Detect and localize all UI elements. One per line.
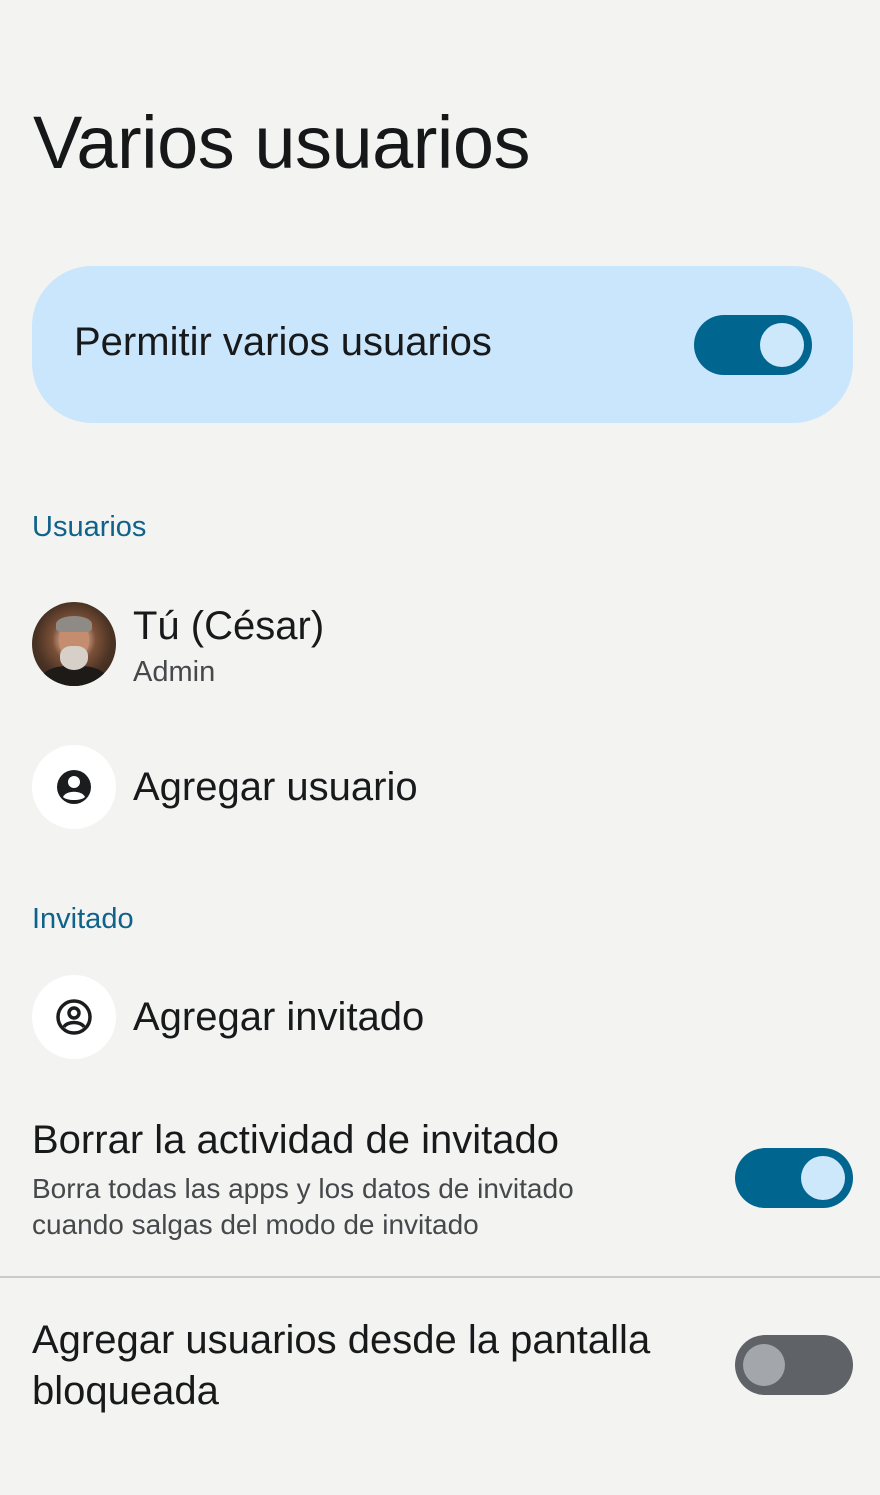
delete-guest-activity-description: Borra todas las apps y los datos de invi… <box>32 1173 574 1240</box>
add-users-lockscreen-switch[interactable] <box>735 1335 853 1395</box>
add-guest-icon-container <box>32 975 116 1059</box>
allow-multiple-users-label: Permitir varios usuarios <box>74 320 492 364</box>
current-user-name: Tú (César) <box>133 604 325 648</box>
switch-thumb <box>801 1156 845 1200</box>
switch-thumb <box>743 1344 785 1386</box>
divider <box>0 1276 880 1278</box>
page-title: Varios usuarios <box>33 101 531 184</box>
settings-page: Varios usuarios Permitir varios usuarios… <box>0 0 880 1495</box>
current-user-role: Admin <box>133 656 216 688</box>
section-header-guest: Invitado <box>32 903 134 935</box>
delete-guest-activity-switch[interactable] <box>735 1148 853 1208</box>
user-avatar <box>32 602 116 686</box>
account-circle-icon <box>56 999 92 1035</box>
allow-multiple-users-card[interactable]: Permitir varios usuarios <box>32 266 853 423</box>
allow-multiple-users-switch[interactable] <box>694 315 812 375</box>
add-user-icon-container <box>32 745 116 829</box>
add-user-label: Agregar usuario <box>133 765 418 809</box>
delete-guest-activity-title: Borrar la actividad de invitado <box>32 1118 559 1162</box>
account-circle-icon <box>57 770 91 804</box>
section-header-users: Usuarios <box>32 511 147 543</box>
switch-thumb <box>760 323 804 367</box>
add-users-lockscreen-title: Agregar usuarios desde la pantalla bloqu… <box>32 1318 651 1413</box>
add-guest-label: Agregar invitado <box>133 995 425 1039</box>
